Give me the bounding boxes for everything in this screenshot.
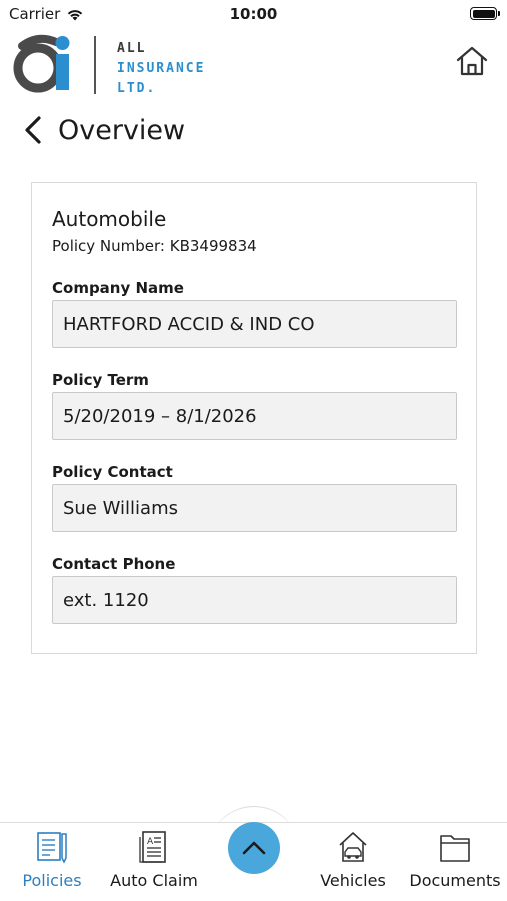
tab-policies[interactable]: Policies bbox=[2, 829, 102, 890]
home-icon[interactable] bbox=[455, 44, 489, 78]
tab-policies-label: Policies bbox=[22, 871, 82, 890]
tab-auto-claim[interactable]: A Auto Claim bbox=[104, 829, 204, 890]
svg-text:A: A bbox=[147, 837, 154, 847]
tab-documents-label: Documents bbox=[409, 871, 501, 890]
battery-icon bbox=[470, 7, 500, 20]
policy-term-field: 5/20/2019 – 8/1/2026 bbox=[52, 392, 457, 440]
logo-line-ltd: LTD. bbox=[117, 81, 157, 96]
page-title: Overview bbox=[58, 114, 186, 146]
contact-phone-label: Contact Phone bbox=[52, 555, 176, 573]
policy-card: Automobile Policy Number: KB3499834 Comp… bbox=[31, 182, 477, 654]
tab-vehicles[interactable]: Vehicles bbox=[303, 829, 403, 890]
vehicles-icon bbox=[339, 832, 367, 862]
logo-line-all: ALL bbox=[117, 41, 147, 56]
app-header: ALL INSURANCE LTD. bbox=[0, 28, 507, 98]
company-logo: ALL INSURANCE LTD. bbox=[12, 32, 262, 96]
logo-mark-icon bbox=[13, 34, 70, 93]
auto-claim-icon: A bbox=[139, 831, 166, 863]
policies-icon bbox=[37, 832, 67, 864]
company-name-field: HARTFORD ACCID & IND CO bbox=[52, 300, 457, 348]
logo-wordmark: ALL INSURANCE LTD. bbox=[117, 39, 205, 99]
contact-phone-field: ext. 1120 bbox=[52, 576, 457, 624]
tab-documents[interactable]: Documents bbox=[405, 829, 505, 890]
back-chevron-icon[interactable] bbox=[22, 115, 44, 145]
policy-number: Policy Number: KB3499834 bbox=[52, 237, 257, 255]
expand-menu-button[interactable] bbox=[228, 822, 280, 874]
chevron-up-icon bbox=[242, 841, 266, 855]
page-title-row: Overview bbox=[22, 110, 185, 150]
company-name-label: Company Name bbox=[52, 279, 184, 297]
status-time: 10:00 bbox=[229, 5, 278, 23]
policy-contact-field: Sue Williams bbox=[52, 484, 457, 532]
policy-type: Automobile bbox=[52, 207, 167, 231]
documents-icon bbox=[440, 835, 470, 862]
tab-auto-claim-label: Auto Claim bbox=[110, 871, 198, 890]
logo-divider bbox=[94, 36, 96, 94]
status-bar: Carrier 10:00 bbox=[0, 0, 507, 28]
policy-contact-label: Policy Contact bbox=[52, 463, 173, 481]
logo-line-insurance: INSURANCE bbox=[117, 61, 206, 76]
tab-vehicles-label: Vehicles bbox=[320, 871, 386, 890]
policy-term-label: Policy Term bbox=[52, 371, 149, 389]
